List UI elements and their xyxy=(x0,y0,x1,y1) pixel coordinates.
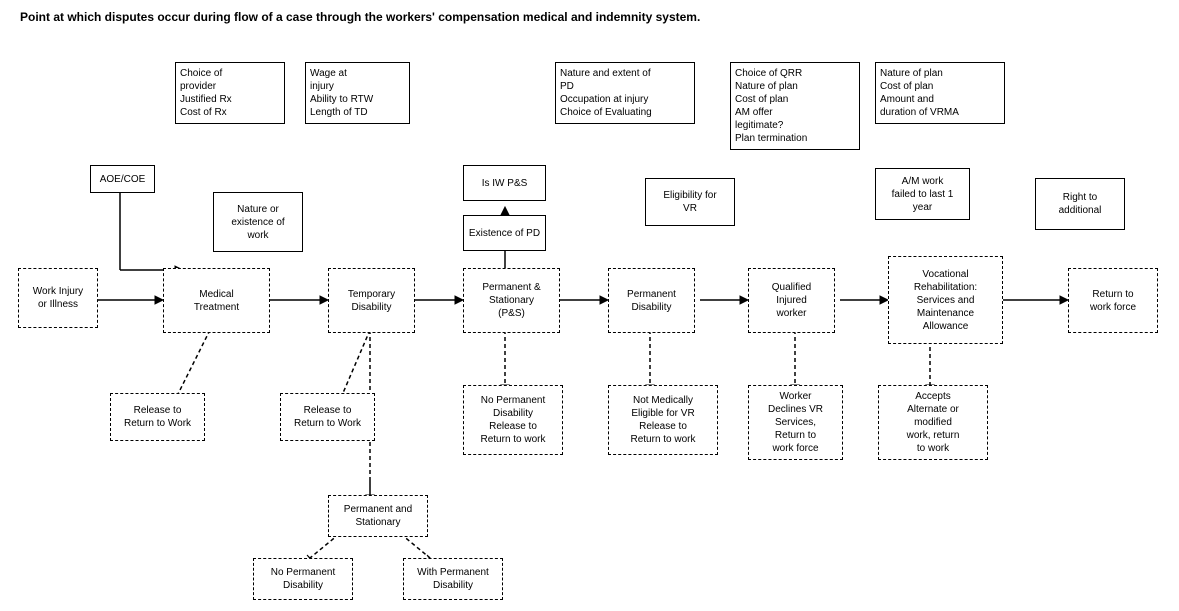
permanent-disability-box: Permanent Disability xyxy=(608,268,695,333)
qualified-injured-box: Qualified Injured worker xyxy=(748,268,835,333)
not-medically-eligible-box: Not Medically Eligible for VR Release to… xyxy=(608,385,718,455)
release-rtw-1-box: Release to Return to Work xyxy=(110,393,205,441)
eligibility-vr-box: Eligibility for VR xyxy=(645,178,735,226)
release-rtw-2-box: Release to Return to Work xyxy=(280,393,375,441)
permanent-stationary-2-box: Permanent and Stationary xyxy=(328,495,428,537)
diagram-container: Point at which disputes occur during flo… xyxy=(0,0,1179,611)
aoe-coe-box: AOE/COE xyxy=(90,165,155,193)
info-choice-qrr-box: Choice of QRR Nature of plan Cost of pla… xyxy=(730,62,860,150)
vocational-rehab-box: Vocational Rehabilitation: Services and … xyxy=(888,256,1003,344)
with-perm-dis-box: With Permanent Disability xyxy=(403,558,503,600)
return-workforce-box: Return to work force xyxy=(1068,268,1158,333)
existence-pd-box: Existence of PD xyxy=(463,215,546,251)
right-additional-box: Right to additional xyxy=(1035,178,1125,230)
work-injury-box: Work Injury or Illness xyxy=(18,268,98,328)
info-nature-pd-box: Nature and extent of PD Occupation at in… xyxy=(555,62,695,124)
nature-existence-box: Nature or existence of work xyxy=(213,192,303,252)
page-title: Point at which disputes occur during flo… xyxy=(20,10,700,24)
info-am-work-box: A/M work failed to last 1 year xyxy=(875,168,970,220)
accepts-alternate-box: Accepts Alternate or modified work, retu… xyxy=(878,385,988,460)
info-choice-provider-box: Choice of provider Justified Rx Cost of … xyxy=(175,62,285,124)
no-perm-dis-release-box: No Permanent Disability Release to Retur… xyxy=(463,385,563,455)
info-wage-box: Wage at injury Ability to RTW Length of … xyxy=(305,62,410,124)
no-perm-dis-2-box: No Permanent Disability xyxy=(253,558,353,600)
temporary-disability-box: Temporary Disability xyxy=(328,268,415,333)
is-iw-ps-box: Is IW P&S xyxy=(463,165,546,201)
medical-treatment-box: Medical Treatment xyxy=(163,268,270,333)
permanent-stationary-box: Permanent & Stationary (P&S) xyxy=(463,268,560,333)
worker-declines-box: Worker Declines VR Services, Return to w… xyxy=(748,385,843,460)
info-nature-plan-box: Nature of plan Cost of plan Amount and d… xyxy=(875,62,1005,124)
